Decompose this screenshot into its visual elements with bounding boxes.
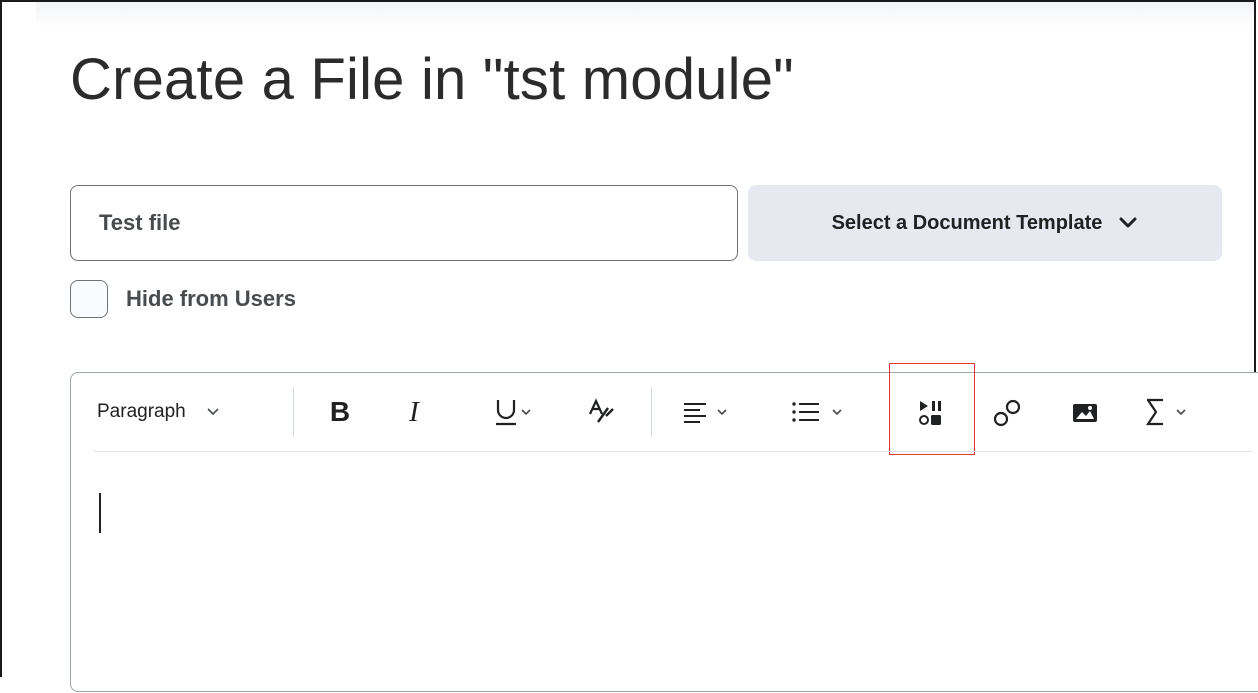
text-format-icon — [589, 398, 614, 423]
bullet-list-icon — [792, 402, 842, 422]
image-icon — [1073, 404, 1097, 422]
hide-from-users-row: Hide from Users — [70, 280, 296, 318]
chevron-down-icon — [206, 401, 220, 423]
insert-media-button[interactable] — [913, 395, 949, 431]
editor-content-area[interactable] — [71, 453, 1258, 693]
bold-button[interactable]: B — [323, 395, 357, 429]
text-style-button[interactable] — [583, 395, 619, 429]
chevron-down-icon — [1118, 216, 1138, 230]
toolbar-divider — [93, 451, 1253, 452]
equation-dropdown[interactable] — [1141, 393, 1211, 431]
hide-from-users-label: Hide from Users — [126, 286, 296, 311]
paragraph-format-dropdown[interactable]: Paragraph — [97, 399, 220, 425]
toolbar-separator — [293, 387, 294, 437]
equation-icon — [1145, 398, 1186, 426]
html-editor: Paragraph B I — [70, 363, 1258, 693]
top-shadow — [36, 2, 1254, 28]
page-title: Create a File in "tst module" — [70, 47, 794, 112]
list-dropdown[interactable] — [787, 395, 861, 429]
hide-from-users-checkbox[interactable] — [70, 280, 108, 318]
file-name-input[interactable] — [70, 185, 738, 261]
paragraph-format-label: Paragraph — [97, 401, 186, 422]
bold-icon: B — [329, 396, 351, 427]
toolbar-separator — [651, 387, 652, 437]
media-icon — [919, 401, 941, 425]
insert-image-button[interactable] — [1067, 395, 1103, 431]
underline-button[interactable] — [475, 393, 549, 431]
insert-link-button[interactable] — [989, 395, 1025, 431]
underline-icon — [496, 400, 531, 426]
template-button-label: Select a Document Template — [831, 211, 1103, 234]
select-document-template-button[interactable]: Select a Document Template — [748, 185, 1222, 261]
alignment-dropdown[interactable] — [677, 395, 747, 429]
editor-toolbar: Paragraph B I — [71, 363, 1258, 455]
italic-button[interactable]: I — [397, 395, 431, 429]
link-icon — [993, 399, 1021, 427]
italic-icon: I — [409, 395, 419, 428]
align-left-icon — [684, 403, 727, 423]
